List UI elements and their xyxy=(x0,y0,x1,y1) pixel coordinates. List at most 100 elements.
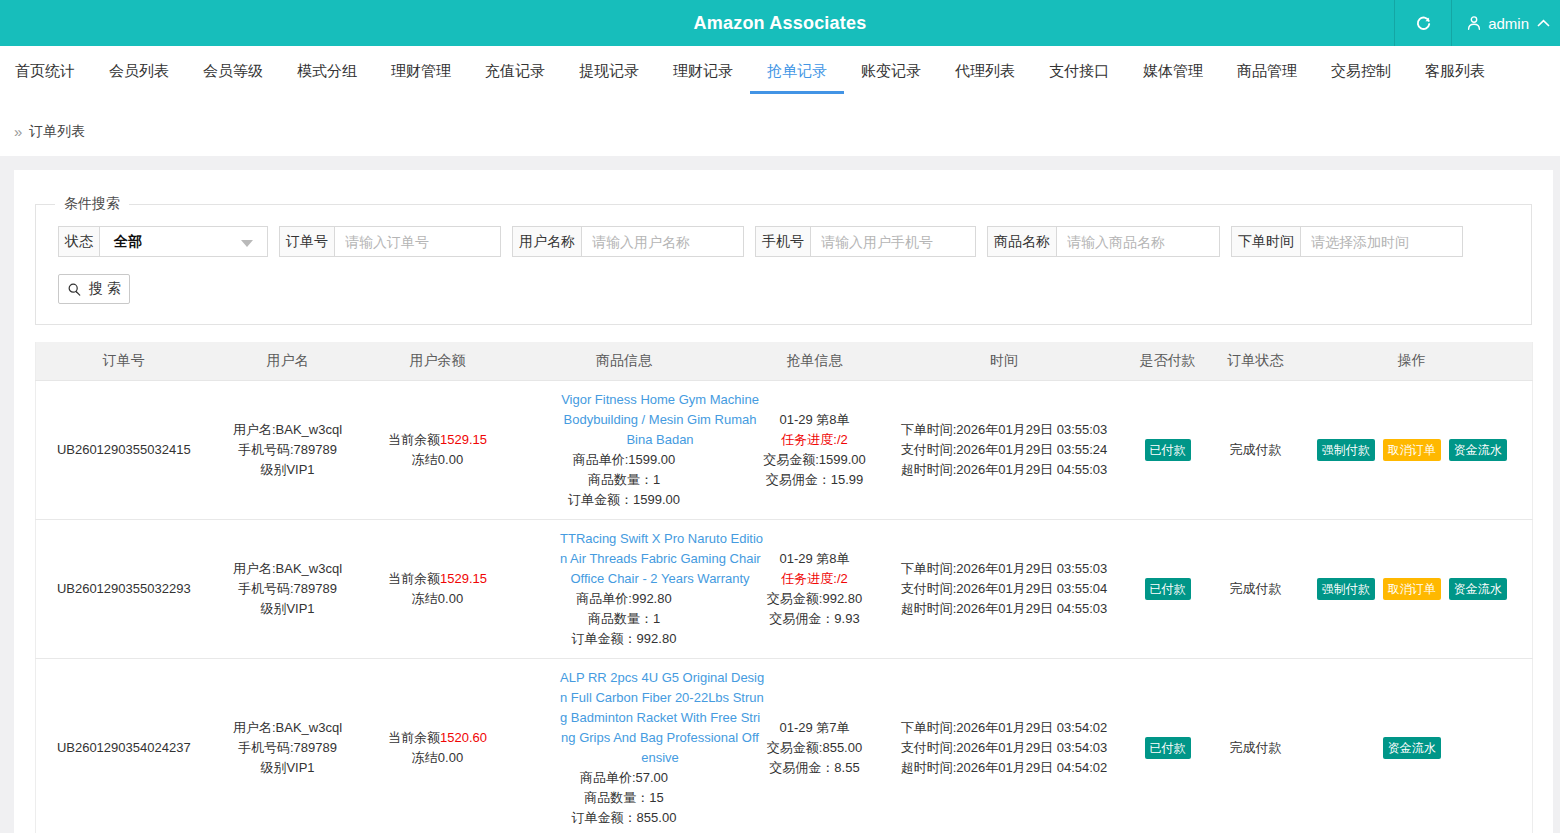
action-button-资金流水[interactable]: 资金流水 xyxy=(1449,439,1507,461)
time-line: 超时时间:2026年01月29日 04:55:03 xyxy=(895,460,1114,480)
table-row: UB2601290355032415用户名:BAK_w3cql手机号码:7897… xyxy=(36,380,1533,519)
cell-balance: 当前余额1529.15冻结0.00 xyxy=(364,380,512,519)
nav-item-代理列表[interactable]: 代理列表 xyxy=(938,46,1032,94)
paid-badge: 已付款 xyxy=(1145,737,1191,759)
nav-item-支付接口[interactable]: 支付接口 xyxy=(1032,46,1126,94)
nav-item-账变记录[interactable]: 账变记录 xyxy=(844,46,938,94)
product-title-line: ensive xyxy=(560,748,760,768)
user-icon xyxy=(1466,15,1482,31)
filter-订单号: 订单号 xyxy=(279,226,501,257)
cell-actions: 强制付款取消订单资金流水 xyxy=(1292,519,1533,658)
product-title-link[interactable]: Vigor Fitness Home Gym MachineBodybuildi… xyxy=(560,390,760,450)
product-title-line: n Full Carbon Fiber 20-22Lbs Strun xyxy=(560,688,760,708)
user-line: 级别VIP1 xyxy=(214,758,362,778)
product-title-line: Office Chair - 2 Years Warranty xyxy=(560,569,760,589)
action-button-强制付款[interactable]: 强制付款 xyxy=(1317,578,1375,600)
filter-input-下单时间[interactable] xyxy=(1301,227,1462,256)
refresh-button[interactable] xyxy=(1395,0,1451,46)
nav-item-交易控制[interactable]: 交易控制 xyxy=(1314,46,1408,94)
filter-下单时间: 下单时间 xyxy=(1231,226,1463,257)
cell-paid: 已付款 xyxy=(1116,519,1220,658)
column-header: 操作 xyxy=(1292,342,1533,380)
column-header: 是否付款 xyxy=(1116,342,1220,380)
filter-input-用户名称[interactable] xyxy=(582,227,743,256)
user-menu[interactable]: admin xyxy=(1452,0,1560,46)
action-button-取消订单[interactable]: 取消订单 xyxy=(1383,439,1441,461)
filter-label: 手机号 xyxy=(756,227,811,256)
nav-item-理财记录[interactable]: 理财记录 xyxy=(656,46,750,94)
nav-item-客服列表[interactable]: 客服列表 xyxy=(1408,46,1502,94)
time-line: 支付时间:2026年01月29日 03:55:04 xyxy=(895,579,1114,599)
grab-line: 01-29 第8单 xyxy=(739,410,891,430)
product-line: 订单金额：1599.00 xyxy=(514,490,735,510)
column-header: 订单状态 xyxy=(1220,342,1292,380)
grab-line: 交易金额:1599.00 xyxy=(739,450,891,470)
nav-item-模式分组[interactable]: 模式分组 xyxy=(280,46,374,94)
filter-input-订单号[interactable] xyxy=(335,227,500,256)
product-title-link[interactable]: ALP RR 2pcs 4U G5 Original Design Full C… xyxy=(560,668,760,768)
grab-line: 交易佣金：15.99 xyxy=(739,470,891,490)
paid-badge: 已付款 xyxy=(1145,439,1191,461)
action-button-资金流水[interactable]: 资金流水 xyxy=(1383,737,1441,759)
nav-item-理财管理[interactable]: 理财管理 xyxy=(374,46,468,94)
action-button-资金流水[interactable]: 资金流水 xyxy=(1449,578,1507,600)
filter-input-手机号[interactable] xyxy=(811,227,975,256)
filter-label: 商品名称 xyxy=(988,227,1057,256)
search-button[interactable]: 搜 索 xyxy=(58,274,130,304)
product-line: 订单金额：855.00 xyxy=(514,808,735,828)
search-panel-legend: 条件搜索 xyxy=(55,195,129,213)
filter-用户名称: 用户名称 xyxy=(512,226,744,257)
column-header: 时间 xyxy=(893,342,1116,380)
cell-product: ALP RR 2pcs 4U G5 Original Design Full C… xyxy=(512,658,737,833)
filter-input-商品名称[interactable] xyxy=(1057,227,1219,256)
status-label: 状态 xyxy=(59,227,100,256)
balance-label: 当前余额 xyxy=(388,571,440,586)
filter-手机号: 手机号 xyxy=(755,226,976,257)
paid-badge: 已付款 xyxy=(1145,578,1191,600)
frozen-line: 冻结0.00 xyxy=(366,450,510,470)
product-line: 商品单价:1599.00 xyxy=(514,450,735,470)
balance-value: 1529.15 xyxy=(440,571,487,586)
status-select[interactable]: 全部 xyxy=(100,227,267,256)
nav-item-充值记录[interactable]: 充值记录 xyxy=(468,46,562,94)
topbar: Amazon Associates admin xyxy=(0,0,1560,46)
product-title-line: n Air Threads Fabric Gaming Chair xyxy=(560,549,760,569)
nav-item-会员列表[interactable]: 会员列表 xyxy=(92,46,186,94)
grab-line: 交易佣金：8.55 xyxy=(739,758,891,778)
action-button-强制付款[interactable]: 强制付款 xyxy=(1317,439,1375,461)
time-line: 支付时间:2026年01月29日 03:55:24 xyxy=(895,440,1114,460)
product-title-line: g Badminton Racket With Free Stri xyxy=(560,708,760,728)
nav-item-提现记录[interactable]: 提现记录 xyxy=(562,46,656,94)
app-title: Amazon Associates xyxy=(0,0,1560,46)
time-line: 超时时间:2026年01月29日 04:54:02 xyxy=(895,758,1114,778)
product-title-link[interactable]: TTRacing Swift X Pro Naruto Edition Air … xyxy=(560,529,760,589)
grab-task-line: 任务进度:/2 xyxy=(739,569,891,589)
cell-time: 下单时间:2026年01月29日 03:54:02支付时间:2026年01月29… xyxy=(893,658,1116,833)
nav-item-会员等级[interactable]: 会员等级 xyxy=(186,46,280,94)
time-line: 下单时间:2026年01月29日 03:55:03 xyxy=(895,420,1114,440)
cell-order-status: 完成付款 xyxy=(1220,658,1292,833)
nav-item-媒体管理[interactable]: 媒体管理 xyxy=(1126,46,1220,94)
balance-value: 1520.60 xyxy=(440,730,487,745)
cell-paid: 已付款 xyxy=(1116,380,1220,519)
nav-item-商品管理[interactable]: 商品管理 xyxy=(1220,46,1314,94)
status-filter: 状态 全部 xyxy=(58,226,268,257)
filter-label: 用户名称 xyxy=(513,227,582,256)
table-row: UB2601290355032293用户名:BAK_w3cql手机号码:7897… xyxy=(36,519,1533,658)
breadcrumb-label: 订单列表 xyxy=(29,123,85,141)
nav-item-首页统计[interactable]: 首页统计 xyxy=(0,46,92,94)
filter-label: 订单号 xyxy=(280,227,335,256)
main-nav: 首页统计会员列表会员等级模式分组理财管理充值记录提现记录理财记录抢单记录账变记录… xyxy=(0,46,1560,94)
username: admin xyxy=(1488,15,1529,32)
status-value: 全部 xyxy=(114,233,142,251)
refresh-icon xyxy=(1416,16,1431,31)
nav-item-抢单记录[interactable]: 抢单记录 xyxy=(750,46,844,94)
product-line: 商品数量：1 xyxy=(514,470,735,490)
product-title-line: Bodybuilding / Mesin Gim Rumah xyxy=(560,410,760,430)
balance-line: 当前余额1529.15 xyxy=(366,430,510,450)
cell-user: 用户名:BAK_w3cql手机号码:789789级别VIP1 xyxy=(212,519,364,658)
action-button-取消订单[interactable]: 取消订单 xyxy=(1383,578,1441,600)
cell-time: 下单时间:2026年01月29日 03:55:03支付时间:2026年01月29… xyxy=(893,519,1116,658)
user-line: 用户名:BAK_w3cql xyxy=(214,718,362,738)
cell-actions: 资金流水 xyxy=(1292,658,1533,833)
